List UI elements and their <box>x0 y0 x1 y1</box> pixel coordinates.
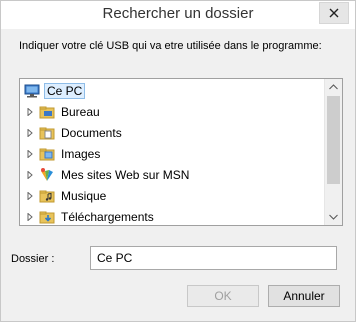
folder-label: Dossier : <box>11 253 55 265</box>
tree-node-msn[interactable]: Mes sites Web sur MSN <box>24 165 191 185</box>
chevron-up-icon <box>329 84 338 90</box>
expand-arrow-icon[interactable] <box>24 190 36 202</box>
tree-node-label: Mes sites Web sur MSN <box>61 168 190 182</box>
tree-node-telechargements[interactable]: Téléchargements <box>24 207 156 225</box>
tree-node-bureau[interactable]: Bureau <box>24 102 102 122</box>
tree-node-documents[interactable]: Documents <box>24 123 124 143</box>
cancel-button[interactable]: Annuler <box>268 285 340 307</box>
downloads-folder-icon <box>39 209 55 225</box>
computer-icon <box>24 83 40 99</box>
chevron-down-icon <box>329 214 338 220</box>
tree-node-label: Documents <box>61 126 122 140</box>
tree-node-label: Bureau <box>61 105 100 119</box>
tree-node-ce-pc[interactable]: Ce PC <box>24 81 86 101</box>
tree-node-label: Musique <box>61 189 107 203</box>
tree-node-musique[interactable]: Musique <box>24 186 108 206</box>
folder-tree[interactable]: Ce PC Bureau Documents Images Mes sites … <box>19 78 343 226</box>
tree-node-label: Images <box>61 147 101 161</box>
msn-icon <box>39 167 55 183</box>
pictures-folder-icon <box>39 146 55 162</box>
tree-scrollbar[interactable] <box>324 79 342 225</box>
ok-button[interactable]: OK <box>187 285 259 307</box>
scroll-up-button[interactable] <box>325 79 342 95</box>
expand-arrow-icon[interactable] <box>24 211 36 223</box>
tree-node-label: Ce PC <box>44 83 86 99</box>
scroll-thumb[interactable] <box>327 96 340 184</box>
title-bar[interactable]: Rechercher un dossier <box>1 1 355 29</box>
expand-arrow-icon[interactable] <box>24 106 36 118</box>
tree-node-images[interactable]: Images <box>24 144 102 164</box>
folder-input[interactable] <box>90 246 337 270</box>
desktop-folder-icon <box>39 104 55 120</box>
scroll-down-button[interactable] <box>325 209 342 225</box>
expand-arrow-icon[interactable] <box>24 148 36 160</box>
browse-folder-dialog: Rechercher un dossier Indiquer votre clé… <box>0 0 356 322</box>
tree-node-label: Téléchargements <box>61 210 154 224</box>
close-button[interactable] <box>319 2 349 24</box>
expand-arrow-icon[interactable] <box>24 127 36 139</box>
dialog-title: Rechercher un dossier <box>102 5 254 22</box>
music-folder-icon <box>39 188 55 204</box>
expand-arrow-icon[interactable] <box>24 169 36 181</box>
instruction-text: Indiquer votre clé USB qui va etre utili… <box>19 40 322 52</box>
documents-folder-icon <box>39 125 55 141</box>
close-icon <box>329 8 339 18</box>
